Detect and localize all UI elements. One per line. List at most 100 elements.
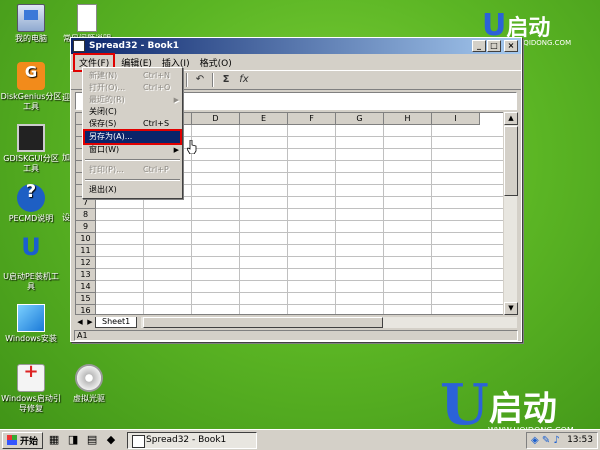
grid-line [96,280,512,281]
row-header[interactable]: 15 [76,293,96,305]
sheet-tab-row: ◀ ▶ Sheet1 [75,316,517,328]
virtual-cd-icon [75,364,103,392]
desktop-partial-label: 加 [62,153,70,162]
desktop-icon-label: PECMD说明 [8,214,54,223]
menu-separator [85,159,180,161]
menu-item-label: 保存(S) [89,119,117,128]
uqidong-icon [17,242,45,270]
menu-item-label: 新建(N) [89,71,118,80]
tab-scroll-left-icon[interactable]: ◀ [75,317,85,328]
menu-item-shortcut: Ctrl+O [143,83,171,92]
menu-item-open[interactable]: 打开(O)... Ctrl+O [83,82,182,94]
desktop-icon-label: 我的电脑 [15,34,47,43]
desktop-icon-virtual-cd[interactable]: 虚拟光驱 [58,364,120,404]
row-header[interactable]: 10 [76,233,96,245]
desktop-icon-label: Windows启动引导修复 [1,394,61,413]
network-tray-icon[interactable]: ◈ ✎ ♪ [531,433,560,448]
grid-line [96,304,512,305]
column-header[interactable]: F [288,113,336,125]
tab-sheet1[interactable]: Sheet1 [95,316,138,328]
close-button[interactable]: × [504,40,518,52]
desktop-icon-label: Windows安装 [5,334,57,343]
submenu-arrow-icon: ▶ [173,96,179,104]
column-header[interactable]: I [432,113,480,125]
windows-setup-icon [17,304,45,332]
vertical-scrollbar[interactable]: ▲ ▼ [503,112,518,315]
desktop-icon-uqidong-pe[interactable]: U启动PE装机工具 [0,242,62,292]
row-header[interactable]: 12 [76,257,96,269]
column-header[interactable]: D [192,113,240,125]
undo-icon[interactable]: ↶ [191,72,209,88]
menu-separator [85,179,180,181]
sum-icon[interactable]: Σ [217,72,235,88]
column-header[interactable]: H [384,113,432,125]
submenu-arrow-icon: ▶ [173,146,179,154]
row-header[interactable]: 16 [76,305,96,314]
minimize-button[interactable]: _ [472,40,486,52]
hand-cursor-icon [187,140,197,154]
menu-item-label: 打印(P)... [89,165,124,174]
row-header[interactable]: 9 [76,221,96,233]
desktop-icon-label: GDISKGUI分区工具 [3,154,59,173]
menu-item-label: 窗口(W) [89,145,120,154]
logo-text: 启动 [488,388,557,429]
scroll-up-arrow[interactable]: ▲ [504,112,518,125]
clock[interactable]: 13:53 [567,435,593,445]
hscroll-thumb[interactable] [143,316,384,328]
menu-item-save[interactable]: 保存(S) Ctrl+S [83,118,182,130]
grid-line [96,220,512,221]
column-header[interactable]: E [240,113,288,125]
app-icon[interactable] [73,40,85,52]
menu-item-new[interactable]: 新建(N) Ctrl+N [83,70,182,82]
desktop-icon-my-computer[interactable]: 我的电脑 [0,4,62,44]
desktop-partial-label: 设 [62,213,70,222]
menu-item-close[interactable]: 关闭(C) [83,106,182,118]
file-menu-dropdown: 新建(N) Ctrl+N 打开(O)... Ctrl+O 最近的(R) ▶ 关闭(C)… [82,67,183,199]
row-header[interactable]: 11 [76,245,96,257]
grid-line [96,256,512,257]
menu-format[interactable]: 格式(O) [196,55,236,70]
horizontal-scrollbar[interactable] [141,316,517,328]
desktop-icon-pecmd[interactable]: PECMD说明 [0,184,62,224]
start-label: 开始 [20,436,39,447]
scroll-thumb[interactable] [504,126,518,196]
function-icon[interactable]: fx [235,72,253,88]
desktop-icon-diskgenius[interactable]: DiskGenius分区工具 [0,62,62,112]
menu-item-window[interactable]: 窗口(W) ▶ [83,144,182,156]
desktop-icon-windows-setup[interactable]: Windows安装 [0,304,62,344]
computer-icon [17,4,45,32]
menu-item-shortcut: Ctrl+S [143,119,170,128]
menu-item-label: 另存为(A)... [89,132,133,141]
row-header[interactable]: 14 [76,281,96,293]
grid-line [96,232,512,233]
scroll-down-arrow[interactable]: ▼ [504,302,518,315]
menu-item-recent[interactable]: 最近的(R) ▶ [83,94,182,106]
taskbar-button-spread32[interactable]: Spread32 - Book1 [127,431,258,449]
toolbar-separator [186,73,188,87]
help-icon [17,184,45,212]
window-title: Spread32 - Book1 [89,41,179,51]
menu-item-save-as[interactable]: 另存为(A)... [83,129,182,145]
window-titlebar[interactable]: Spread32 - Book1 _ □ × [71,38,521,54]
desktop-icon-label: DiskGenius分区工具 [0,92,62,111]
quicklaunch-desktop-icon[interactable]: ▦ [46,433,62,447]
tab-scroll-right-icon[interactable]: ▶ [85,317,95,328]
maximize-button[interactable]: □ [487,40,501,52]
quicklaunch-explorer-icon[interactable]: ◨ [65,433,81,447]
menu-item-print[interactable]: 打印(P)... Ctrl+P [83,164,182,176]
diskgenius-icon [17,62,45,90]
gdisk-icon [17,124,45,152]
menu-item-exit[interactable]: 退出(X) [83,184,182,196]
desktop-icon-boot-repair[interactable]: Windows启动引导修复 [0,364,62,414]
grid-line [96,268,512,269]
system-tray: ◈ ✎ ♪ 13:53 [526,432,598,449]
brand-logo-large: U启动 WWW.UQIDONG.COM [440,372,590,438]
menu-item-label: 关闭(C) [89,107,117,116]
row-header[interactable]: 8 [76,209,96,221]
quicklaunch-folder-icon[interactable]: ▤ [84,433,100,447]
column-header[interactable]: G [336,113,384,125]
start-button[interactable]: 开始 [2,431,44,449]
desktop-icon-gdiskgui[interactable]: GDISKGUI分区工具 [0,124,62,174]
row-header[interactable]: 13 [76,269,96,281]
quicklaunch-tool-icon[interactable]: ◆ [103,433,119,447]
